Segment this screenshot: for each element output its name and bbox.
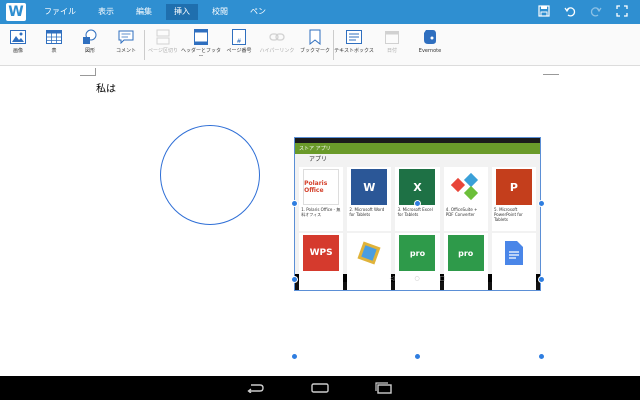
home-icon[interactable]	[310, 381, 330, 395]
fullscreen-icon[interactable]	[614, 3, 630, 19]
tab-pen[interactable]: ペン	[242, 4, 274, 20]
wps-office-icon: WPS	[303, 235, 340, 271]
save-icon[interactable]	[536, 3, 552, 19]
insert-textbox-button[interactable]: テキストボックス	[334, 24, 374, 66]
powerpoint-icon: P	[495, 169, 532, 205]
resize-handle-top[interactable]	[414, 200, 421, 207]
inner-appbar-title: ストア アプリ	[299, 146, 331, 152]
resize-handle-top-left[interactable]	[291, 200, 298, 207]
inner-app-grid: Polaris Office 1. Polaris Office - 無料オフィス…	[295, 166, 540, 290]
tab-file[interactable]: ファイル	[36, 4, 84, 20]
insert-page-number-button[interactable]: # ページ番号	[221, 24, 257, 66]
resize-handle-right[interactable]	[538, 276, 545, 283]
resize-handle-top-right[interactable]	[538, 200, 545, 207]
insert-shapes-button[interactable]: 図形	[72, 24, 108, 66]
recents-icon[interactable]	[374, 381, 394, 395]
tab-insert[interactable]: 挿入	[166, 4, 198, 20]
tab-view[interactable]: 表示	[90, 4, 122, 20]
bookmark-icon	[306, 28, 324, 46]
comment-icon	[117, 28, 135, 46]
app-card	[347, 233, 392, 290]
date-icon	[383, 28, 401, 46]
margin-marker-right	[543, 74, 559, 75]
resize-handle-left[interactable]	[291, 276, 298, 283]
resize-handle-bottom-right[interactable]	[538, 353, 545, 360]
inner-category-label: アプリ	[295, 154, 540, 166]
inner-store-appbar: ストア アプリ	[295, 143, 540, 154]
textbox-icon	[345, 28, 363, 46]
insert-ribbon: 画像 表 図形 コメント ページ区切り ヘッダーとフッター # ページ番号 ハイ…	[0, 24, 640, 66]
google-docs-icon	[495, 235, 532, 271]
officesuite-pro-icon: pro	[399, 235, 436, 271]
tab-review[interactable]: 校閲	[204, 4, 236, 20]
app-card: pro	[443, 233, 488, 290]
insert-comment-button[interactable]: コメント	[108, 24, 144, 66]
app-card: P 5. Microsoft PowerPoint for Tablets	[491, 167, 536, 231]
word-icon: W	[351, 169, 388, 205]
evernote-icon	[421, 28, 439, 46]
officesuite-pro-icon: pro	[447, 235, 484, 271]
image-icon	[9, 28, 27, 46]
hyperlink-icon	[268, 28, 286, 46]
menu-actions	[536, 3, 630, 19]
resize-handle-bottom-left[interactable]	[291, 353, 298, 360]
insert-bookmark-button[interactable]: ブックマーク	[297, 24, 333, 66]
tab-edit[interactable]: 編集	[128, 4, 160, 20]
header-footer-icon	[192, 28, 210, 46]
back-icon[interactable]	[246, 381, 266, 395]
insert-image-button[interactable]: 画像	[0, 24, 36, 66]
margin-marker-left	[80, 68, 96, 76]
app-card	[491, 233, 536, 290]
app-logo[interactable]: W	[6, 3, 26, 21]
insert-hyperlink-button[interactable]: ハイパーリンク	[257, 24, 297, 66]
app-card: Polaris Office 1. Polaris Office - 無料オフィス	[299, 167, 344, 231]
insert-date-button[interactable]: 日付	[374, 24, 410, 66]
table-icon	[45, 28, 63, 46]
system-nav-bar	[0, 376, 640, 400]
svg-text:#: #	[236, 38, 241, 45]
app-card: pro	[395, 233, 440, 290]
redo-icon[interactable]	[588, 3, 604, 19]
insert-page-break-button[interactable]: ページ区切り	[145, 24, 181, 66]
inner-recents-icon: □	[439, 274, 446, 282]
app-window: W ファイル 表示 編集 挿入 校閲 ペン 画像 表 図形 コメント ページ区切…	[0, 0, 640, 400]
notebook-app-icon	[351, 235, 388, 271]
resize-handle-bottom[interactable]	[414, 353, 421, 360]
page-number-icon: #	[230, 28, 248, 46]
shapes-icon	[81, 28, 99, 46]
menu-tabs: ファイル 表示 編集 挿入 校閲 ペン	[36, 0, 280, 24]
embedded-screenshot-image[interactable]: ストア アプリ アプリ Polaris Office 1. Polaris Off…	[294, 137, 541, 291]
polaris-office-icon: Polaris Office	[303, 169, 340, 205]
menu-bar: W ファイル 表示 編集 挿入 校閲 ペン	[0, 0, 640, 24]
app-card: W 2. Microsoft Word for Tablets	[347, 167, 392, 231]
app-card: WPS	[299, 233, 344, 290]
page-break-icon	[154, 28, 172, 46]
insert-table-button[interactable]: 表	[36, 24, 72, 66]
officesuite-icon	[447, 169, 484, 205]
app-card: X 3. Microsoft Excel for Tablets	[395, 167, 440, 231]
circle-shape[interactable]	[160, 125, 260, 225]
undo-icon[interactable]	[562, 3, 578, 19]
document-text[interactable]: 私は	[96, 80, 116, 95]
insert-header-footer-button[interactable]: ヘッダーとフッター	[181, 24, 221, 66]
inner-home-icon: ○	[414, 274, 420, 282]
app-card: 4. OfficeSuite + PDF Converter	[443, 167, 488, 231]
evernote-button[interactable]: Evernote	[410, 24, 450, 66]
inner-back-icon: ◁	[389, 274, 395, 282]
